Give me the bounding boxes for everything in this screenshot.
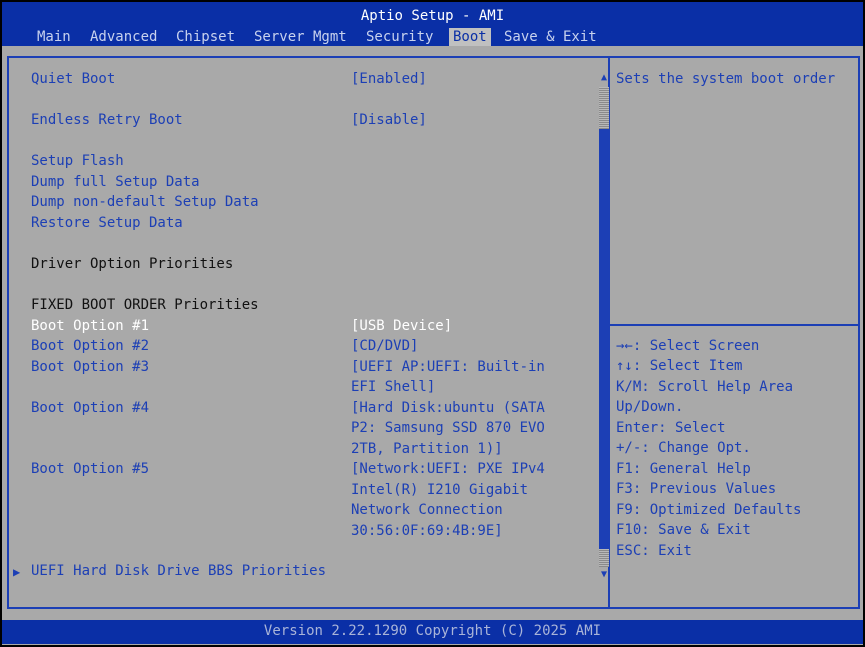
tab-security[interactable]: Security [366,28,433,46]
endless-retry-row[interactable]: Endless Retry Boot [31,112,183,128]
boot-option-5-value-line[interactable]: Intel(R) I210 Gigabit [351,482,528,498]
dump-nondefault-setup-item[interactable]: Dump non-default Setup Data [31,194,259,210]
key-hint: ESC: Exit [616,543,692,559]
tab-advanced[interactable]: Advanced [90,28,157,46]
scroll-up-arrow-icon[interactable]: ▲ [599,72,609,84]
endless-retry-label: Endless Retry Boot [31,112,183,128]
boot-option-4-value-line[interactable]: [Hard Disk:ubuntu (SATA [351,400,545,416]
tab-server-mgmt[interactable]: Server Mgmt [254,28,347,46]
submenu-arrow-icon: ▶ [13,565,21,579]
boot-option-3-label[interactable]: Boot Option #3 [31,359,149,375]
boot-option-4-label[interactable]: Boot Option #4 [31,400,149,416]
version-text: Version 2.22.1290 Copyright (C) 2025 AMI [263,623,602,639]
tab-main[interactable]: Main [37,28,71,46]
help-panel: Sets the system boot order →←: Select Sc… [610,56,860,609]
boot-option-4-value-line[interactable]: P2: Samsung SSD 870 EVO [351,420,545,436]
quiet-boot-row[interactable]: Quiet Boot [31,71,115,87]
boot-option-4-value-line[interactable]: 2TB, Partition 1)] [351,441,503,457]
setup-flash-item[interactable]: Setup Flash [31,153,124,169]
scroll-track[interactable] [599,87,609,129]
uefi-hdd-bbs-priorities-item[interactable]: UEFI Hard Disk Drive BBS Priorities [31,563,326,579]
endless-retry-value[interactable]: [Disable] [351,112,427,128]
key-hint: →←: Select Screen [616,338,760,354]
key-hint: ↑↓: Select Item [616,358,743,374]
boot-option-5-value-line[interactable]: [Network:UEFI: PXE IPv4 [351,461,545,477]
boot-option-1-value[interactable]: [USB Device] [351,318,452,334]
key-hint: F3: Previous Values [616,481,777,497]
fixed-boot-order-heading: FIXED BOOT ORDER Priorities [31,297,259,313]
driver-option-priorities-heading: Driver Option Priorities [31,256,234,272]
boot-option-5-value-line[interactable]: Network Connection [351,502,503,518]
bios-screen: Aptio Setup - AMI Main Advanced Chipset … [2,2,863,645]
quiet-boot-label: Quiet Boot [31,71,116,87]
dump-full-setup-item[interactable]: Dump full Setup Data [31,174,200,190]
key-hint: +/-: Change Opt. [616,440,751,456]
scrollbar[interactable]: ▲ ▼ [599,72,609,582]
boot-option-5-label[interactable]: Boot Option #5 [31,461,149,477]
scroll-down-arrow-icon[interactable]: ▼ [599,569,609,581]
restore-setup-item[interactable]: Restore Setup Data [31,215,183,231]
footer-bar: Version 2.22.1290 Copyright (C) 2025 AMI [2,620,863,644]
key-hint: F9: Optimized Defaults [616,502,802,518]
header-bar: Aptio Setup - AMI Main Advanced Chipset … [2,2,863,46]
boot-option-3-value-line[interactable]: EFI Shell] [351,379,435,395]
key-hint: F1: General Help [616,461,751,477]
tab-boot[interactable]: Boot [449,28,491,46]
boot-option-5-value-line[interactable]: 30:56:0F:69:4B:9E] [351,523,503,539]
scroll-thumb[interactable] [599,129,609,549]
help-divider [610,324,858,326]
key-hint: Enter: Select [616,420,726,436]
app-title: Aptio Setup - AMI [360,8,505,24]
key-hint: F10: Save & Exit [616,522,751,538]
boot-option-1-label[interactable]: Boot Option #1 [31,318,149,334]
key-hint: K/M: Scroll Help Area [616,379,794,395]
quiet-boot-value[interactable]: [Enabled] [351,71,427,87]
tab-save-exit[interactable]: Save & Exit [504,28,597,46]
key-hint: Up/Down. [616,399,684,415]
boot-option-2-label[interactable]: Boot Option #2 [31,338,149,354]
help-text: Sets the system boot order [616,71,836,87]
tab-chipset[interactable]: Chipset [176,28,235,46]
settings-panel: Quiet Boot [Enabled] Endless Retry Boot … [7,56,610,609]
scroll-track[interactable] [599,549,609,567]
boot-option-3-value-line[interactable]: [UEFI AP:UEFI: Built-in [351,359,545,375]
boot-option-2-value[interactable]: [CD/DVD] [351,338,418,354]
